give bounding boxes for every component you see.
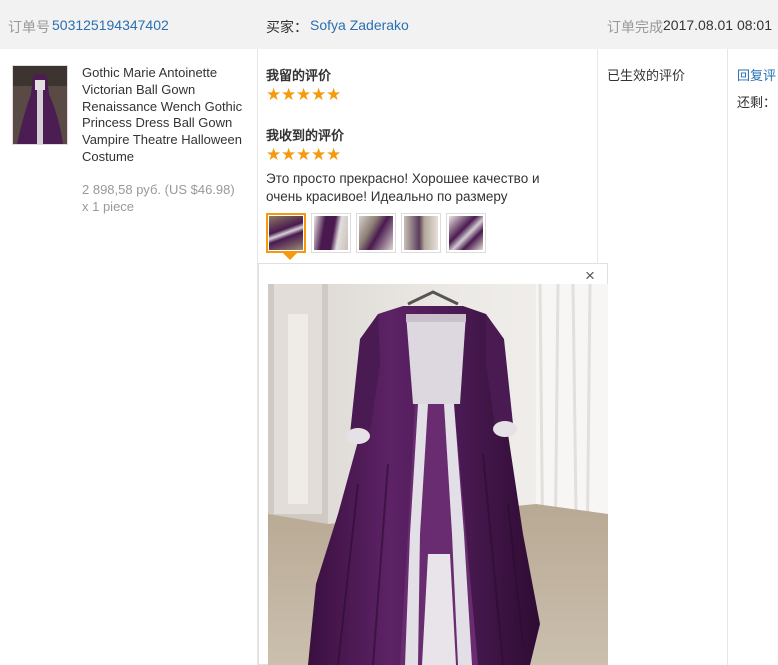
reply-review-link[interactable]: 回复评 bbox=[737, 65, 776, 84]
dress-photo-image bbox=[268, 284, 608, 665]
star-icon: ★ bbox=[266, 85, 282, 104]
effective-review-status: 已生效的评价 bbox=[607, 68, 686, 83]
star-icon: ★ bbox=[296, 145, 312, 164]
star-icon: ★ bbox=[311, 85, 327, 104]
order-number-label: 订单号 bbox=[8, 19, 50, 35]
review-photo-strip bbox=[266, 213, 486, 253]
remaining-time-label: 还剩： bbox=[737, 95, 777, 110]
product-price: 2 898,58 руб. (US $46.98) x 1 piece bbox=[82, 181, 235, 215]
review-photo-thumb[interactable] bbox=[266, 213, 306, 253]
buyer-label: 买家： bbox=[266, 19, 308, 35]
product-price-value: 2 898,58 руб. (US $46.98) bbox=[82, 182, 235, 197]
star-icon: ★ bbox=[281, 145, 297, 164]
order-status-label: 订单完成 bbox=[607, 19, 663, 35]
my-review-stars: ★ ★ ★ ★ ★ bbox=[266, 85, 342, 104]
review-photo-large bbox=[268, 284, 608, 665]
review-photo-thumb[interactable] bbox=[446, 213, 486, 253]
column-divider bbox=[597, 49, 598, 263]
received-review-text: Это просто прекрасно! Хорошее качество и… bbox=[266, 171, 540, 204]
review-photo-thumb[interactable] bbox=[311, 213, 351, 253]
star-icon: ★ bbox=[326, 145, 342, 164]
star-icon: ★ bbox=[326, 85, 342, 104]
product-thumbnail[interactable] bbox=[12, 65, 68, 145]
close-icon[interactable]: × bbox=[583, 267, 597, 285]
star-icon: ★ bbox=[296, 85, 312, 104]
selected-photo-pointer bbox=[283, 253, 297, 260]
product-title-link[interactable]: Gothic Marie Antoinette Victorian Ball G… bbox=[82, 65, 254, 166]
star-icon: ★ bbox=[266, 145, 282, 164]
star-icon: ★ bbox=[281, 85, 297, 104]
product-thumbnail-image bbox=[13, 66, 67, 144]
received-review-stars: ★ ★ ★ ★ ★ bbox=[266, 145, 342, 164]
order-status-date: 2017.08.01 08:01 bbox=[663, 17, 772, 33]
column-divider bbox=[727, 49, 728, 665]
product-quantity: x 1 piece bbox=[82, 199, 135, 214]
order-number-link[interactable]: 503125194347402 bbox=[52, 17, 169, 33]
review-photo-thumb[interactable] bbox=[356, 213, 396, 253]
order-header: 订单号 503125194347402 买家： Sofya Zaderako 订… bbox=[0, 0, 778, 49]
review-photo-thumb[interactable] bbox=[401, 213, 441, 253]
buyer-name-link[interactable]: Sofya Zaderako bbox=[310, 17, 409, 33]
my-review-label: 我留的评价 bbox=[266, 68, 332, 83]
star-icon: ★ bbox=[311, 145, 327, 164]
received-review-label: 我收到的评价 bbox=[266, 128, 345, 143]
